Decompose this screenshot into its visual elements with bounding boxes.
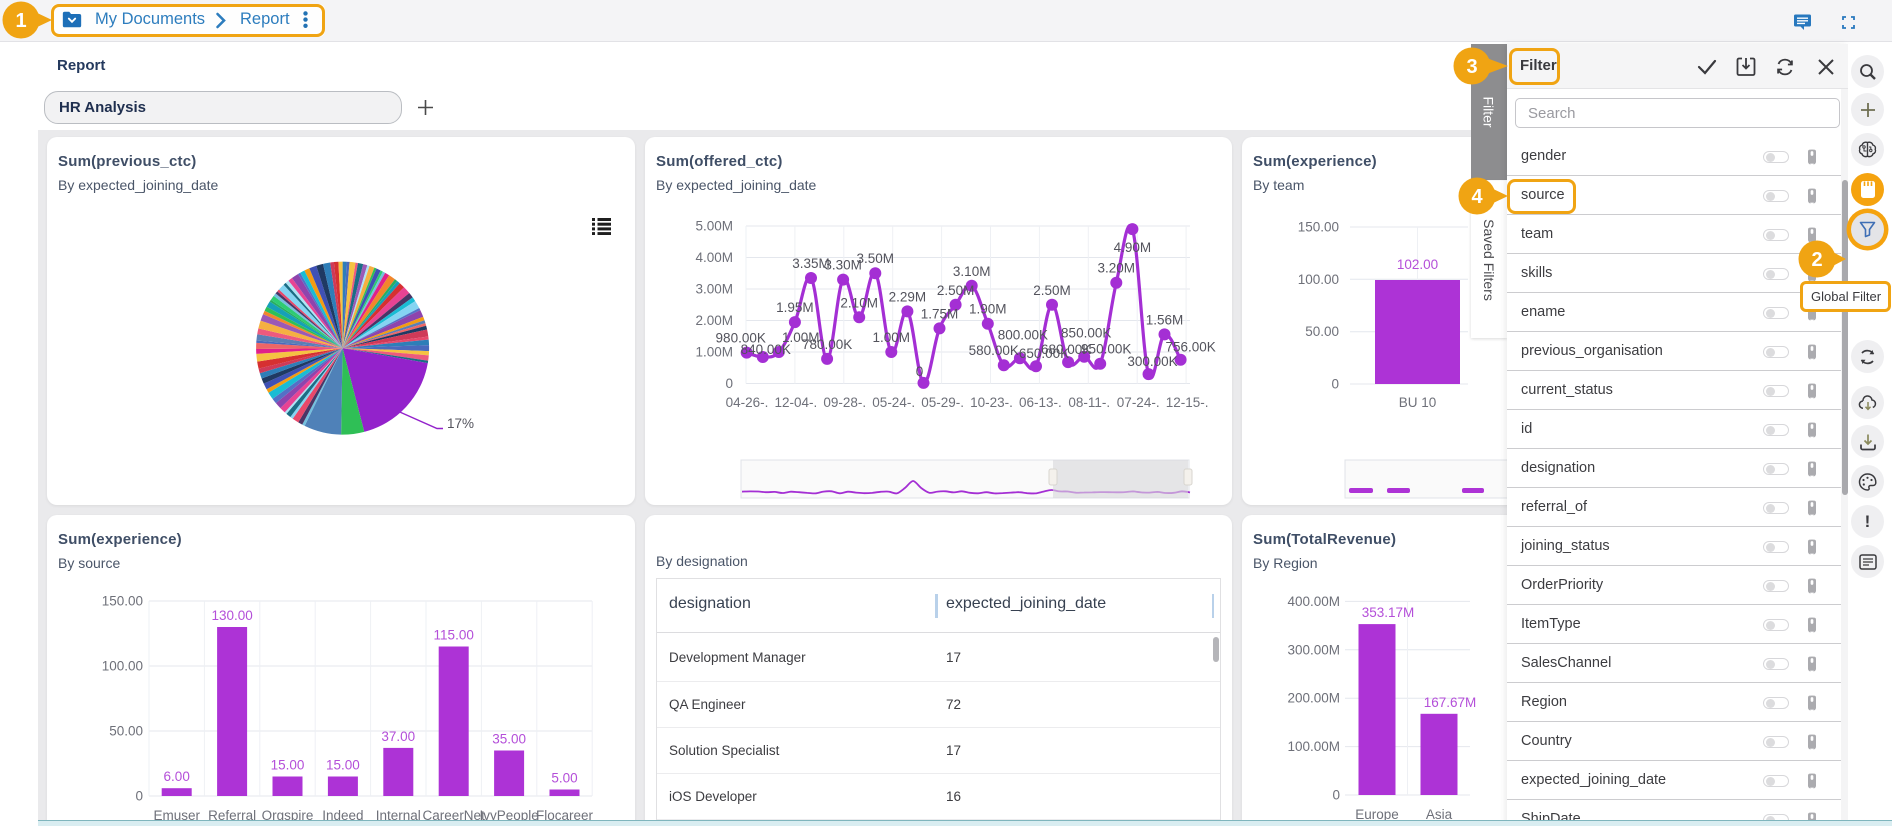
svg-text:2.10M: 2.10M	[840, 295, 878, 310]
svg-text:35.00: 35.00	[492, 732, 526, 747]
svg-text:200.00M: 200.00M	[1287, 691, 1340, 706]
svg-text:3.20M: 3.20M	[1098, 261, 1136, 276]
svg-text:0: 0	[135, 789, 143, 804]
svg-text:2.50M: 2.50M	[937, 283, 975, 298]
svg-text:07-24-.: 07-24-.	[1117, 395, 1160, 410]
svg-text:780.00K: 780.00K	[802, 337, 852, 352]
svg-text:3.10M: 3.10M	[953, 264, 991, 279]
svg-text:BU 10: BU 10	[1399, 395, 1437, 410]
svg-text:50.00: 50.00	[109, 724, 143, 739]
svg-text:1.00M: 1.00M	[873, 330, 911, 345]
svg-text:3.00M: 3.00M	[695, 282, 733, 297]
svg-text:130.00: 130.00	[211, 608, 252, 623]
svg-text:2.29M: 2.29M	[889, 289, 927, 304]
svg-text:05-24-.: 05-24-.	[872, 395, 915, 410]
svg-text:3.50M: 3.50M	[857, 251, 895, 266]
svg-text:115.00: 115.00	[434, 628, 474, 643]
svg-text:0: 0	[916, 364, 924, 379]
svg-text:1.75M: 1.75M	[921, 306, 959, 321]
svg-text:5.00: 5.00	[551, 771, 577, 786]
svg-text:1.95M: 1.95M	[776, 300, 814, 315]
svg-text:167.67M: 167.67M	[1424, 695, 1477, 710]
svg-text:2: 2	[1811, 249, 1822, 271]
svg-text:17%: 17%	[447, 416, 474, 431]
svg-text:300.00K: 300.00K	[1127, 354, 1177, 369]
svg-text:580.00K: 580.00K	[969, 343, 1019, 358]
svg-text:400.00M: 400.00M	[1287, 594, 1340, 609]
svg-text:150.00: 150.00	[1298, 220, 1339, 235]
svg-text:1.90M: 1.90M	[969, 302, 1007, 317]
svg-text:0: 0	[1331, 377, 1339, 392]
svg-text:15.00: 15.00	[271, 758, 305, 773]
svg-text:4.00M: 4.00M	[695, 250, 733, 265]
svg-text:4: 4	[1471, 186, 1483, 208]
svg-text:50.00: 50.00	[1305, 324, 1339, 339]
svg-text:6.00: 6.00	[164, 769, 190, 784]
svg-text:4.90M: 4.90M	[1114, 240, 1152, 255]
svg-text:06-13-.: 06-13-.	[1019, 395, 1062, 410]
svg-text:04-26-.: 04-26-.	[726, 395, 769, 410]
svg-text:102.00: 102.00	[1397, 257, 1438, 272]
svg-text:12-15-.: 12-15-.	[1166, 395, 1209, 410]
svg-text:850.00K: 850.00K	[1061, 326, 1111, 341]
svg-text:150.00: 150.00	[102, 594, 143, 609]
svg-text:09-28-.: 09-28-.	[823, 395, 866, 410]
svg-text:3: 3	[1466, 56, 1477, 78]
svg-text:10-23-.: 10-23-.	[970, 395, 1013, 410]
svg-text:37.00: 37.00	[381, 729, 415, 744]
svg-text:100.00M: 100.00M	[1287, 739, 1340, 754]
svg-text:08-11-.: 08-11-.	[1068, 395, 1110, 410]
svg-text:12-04-.: 12-04-.	[775, 395, 818, 410]
svg-text:15.00: 15.00	[326, 758, 360, 773]
svg-text:950.00K: 950.00K	[1081, 342, 1131, 357]
svg-text:100.00: 100.00	[102, 659, 143, 674]
svg-text:800.00K: 800.00K	[998, 327, 1048, 342]
svg-text:353.17M: 353.17M	[1362, 605, 1415, 620]
svg-text:1: 1	[15, 10, 26, 32]
svg-text:100.00: 100.00	[1298, 272, 1339, 287]
svg-text:756.00K: 756.00K	[1165, 340, 1215, 355]
svg-text:300.00M: 300.00M	[1287, 642, 1340, 657]
svg-text:2.00M: 2.00M	[695, 313, 733, 328]
svg-text:5.00M: 5.00M	[695, 219, 733, 234]
svg-text:0: 0	[1332, 788, 1340, 803]
svg-text:1.56M: 1.56M	[1146, 312, 1184, 327]
svg-text:1.00M: 1.00M	[695, 345, 733, 360]
svg-text:0: 0	[725, 376, 733, 391]
svg-text:05-29-.: 05-29-.	[921, 395, 964, 410]
svg-text:2.50M: 2.50M	[1033, 283, 1071, 298]
